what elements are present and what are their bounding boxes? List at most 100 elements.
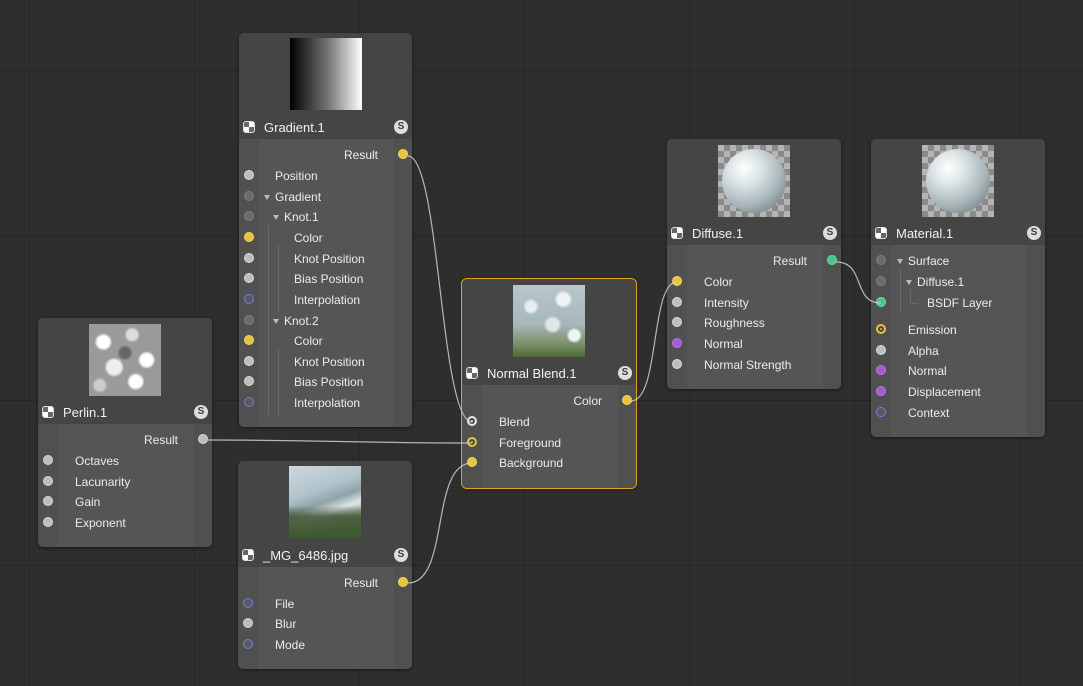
result-output-port[interactable]	[827, 255, 837, 265]
solo-badge-icon[interactable]: S	[194, 405, 208, 419]
collapse-arrow-icon[interactable]	[273, 215, 279, 220]
bsdf-layer-port[interactable]	[876, 297, 886, 307]
input-row: Normal	[667, 334, 841, 354]
gradient-port[interactable]	[244, 191, 254, 201]
color-output-port[interactable]	[622, 395, 632, 405]
input-row: Knot Position	[239, 249, 412, 269]
input-label: Color	[704, 275, 733, 289]
lacunarity-port[interactable]	[43, 476, 53, 486]
octaves-port[interactable]	[43, 455, 53, 465]
knot2-port[interactable]	[244, 315, 254, 325]
input-label: BSDF Layer	[927, 296, 993, 310]
knot1-bias-port[interactable]	[244, 273, 254, 283]
result-output-port[interactable]	[398, 149, 408, 159]
knot1-interpolation-port[interactable]	[244, 294, 254, 304]
knot1-color-port[interactable]	[244, 232, 254, 242]
wire-perlin-to-blend[interactable]	[207, 439, 473, 444]
blend-port[interactable]	[467, 416, 477, 426]
input-row: Emission	[871, 320, 1045, 340]
input-label: Background	[499, 456, 564, 470]
background-port[interactable]	[467, 457, 477, 467]
roughness-port[interactable]	[672, 317, 682, 327]
input-row: Normal	[871, 361, 1045, 381]
output-label: Color	[573, 394, 602, 408]
result-output-port[interactable]	[198, 434, 208, 444]
perlin-node[interactable]: Perlin.1 S Result Octaves Lacunarity Gai…	[38, 318, 212, 547]
solo-badge-icon[interactable]: S	[1027, 226, 1041, 240]
input-row: Knot Position	[239, 352, 412, 372]
solo-badge-icon[interactable]: S	[394, 120, 408, 134]
displacement-port[interactable]	[876, 386, 886, 396]
node-type-icon	[242, 549, 254, 561]
result-output-port[interactable]	[398, 577, 408, 587]
diffuse-node[interactable]: Diffuse.1 S Result Color Intensity Rough…	[667, 139, 841, 389]
input-label: Emission	[908, 323, 957, 337]
input-label: Displacement	[908, 385, 981, 399]
gradient-node[interactable]: Gradient.1 S Result Position Gradient Kn…	[239, 33, 412, 427]
diffuse-header[interactable]: Diffuse.1 S	[667, 223, 841, 245]
diffuse-preview	[667, 139, 841, 223]
input-label: Surface	[908, 254, 950, 268]
input-row: Lacunarity	[38, 472, 212, 492]
context-port[interactable]	[876, 407, 886, 417]
material-node[interactable]: Material.1 S Surface Diffuse.1 BSDF Laye…	[871, 139, 1045, 437]
knot1-position-port[interactable]	[244, 253, 254, 263]
node-type-icon	[875, 227, 887, 239]
input-label: Normal	[704, 337, 743, 351]
knot2-interpolation-port[interactable]	[244, 397, 254, 407]
output-row: Result	[667, 251, 841, 271]
input-label: Normal	[908, 364, 947, 378]
input-label: Interpolation	[294, 396, 361, 410]
exponent-port[interactable]	[43, 517, 53, 527]
solo-badge-icon[interactable]: S	[394, 548, 408, 562]
input-row: Background	[462, 453, 636, 473]
knot2-bias-port[interactable]	[244, 376, 254, 386]
node-type-icon	[42, 406, 54, 418]
gradient-thumbnail	[289, 38, 362, 110]
input-label: Alpha	[908, 344, 939, 358]
knot2-position-port[interactable]	[244, 356, 254, 366]
color-port[interactable]	[672, 276, 682, 286]
mode-port[interactable]	[243, 639, 253, 649]
blend-thumbnail	[513, 285, 585, 357]
foreground-port[interactable]	[467, 437, 477, 447]
input-row: Interpolation	[239, 393, 412, 413]
input-row: Alpha	[871, 341, 1045, 361]
normal-port[interactable]	[876, 365, 886, 375]
material-header[interactable]: Material.1 S	[871, 223, 1045, 245]
gain-port[interactable]	[43, 496, 53, 506]
input-label: Roughness	[704, 316, 765, 330]
collapse-arrow-icon[interactable]	[906, 280, 912, 285]
node-type-icon	[243, 121, 255, 133]
position-port[interactable]	[244, 170, 254, 180]
surface-port[interactable]	[876, 255, 886, 265]
file-port[interactable]	[243, 598, 253, 608]
blend-node[interactable]: Normal Blend.1 S Color Blend Foreground …	[462, 279, 636, 488]
blend-header[interactable]: Normal Blend.1 S	[462, 363, 636, 385]
perlin-header[interactable]: Perlin.1 S	[38, 402, 212, 424]
solo-badge-icon[interactable]: S	[823, 226, 837, 240]
knot2-color-port[interactable]	[244, 335, 254, 345]
image-node[interactable]: _MG_6486.jpg S Result File Blur Mode	[238, 461, 412, 669]
blur-port[interactable]	[243, 618, 253, 628]
collapse-arrow-icon[interactable]	[264, 195, 270, 200]
collapse-arrow-icon[interactable]	[897, 259, 903, 264]
gradient-preview	[239, 33, 412, 117]
normal-port[interactable]	[672, 338, 682, 348]
input-row: Color	[239, 331, 412, 351]
input-row: BSDF Layer	[871, 293, 1045, 313]
input-label: File	[275, 597, 295, 611]
diffuse-layer-port[interactable]	[876, 276, 886, 286]
node-title: Gradient.1	[264, 120, 325, 135]
input-row: Bias Position	[239, 372, 412, 392]
image-header[interactable]: _MG_6486.jpg S	[238, 545, 412, 567]
intensity-port[interactable]	[672, 297, 682, 307]
normal-strength-port[interactable]	[672, 359, 682, 369]
gradient-header[interactable]: Gradient.1 S	[239, 117, 412, 139]
collapse-arrow-icon[interactable]	[273, 319, 279, 324]
knot1-port[interactable]	[244, 211, 254, 221]
alpha-port[interactable]	[876, 345, 886, 355]
emission-port[interactable]	[876, 324, 886, 334]
input-row: Exponent	[38, 513, 212, 533]
solo-badge-icon[interactable]: S	[618, 366, 632, 380]
